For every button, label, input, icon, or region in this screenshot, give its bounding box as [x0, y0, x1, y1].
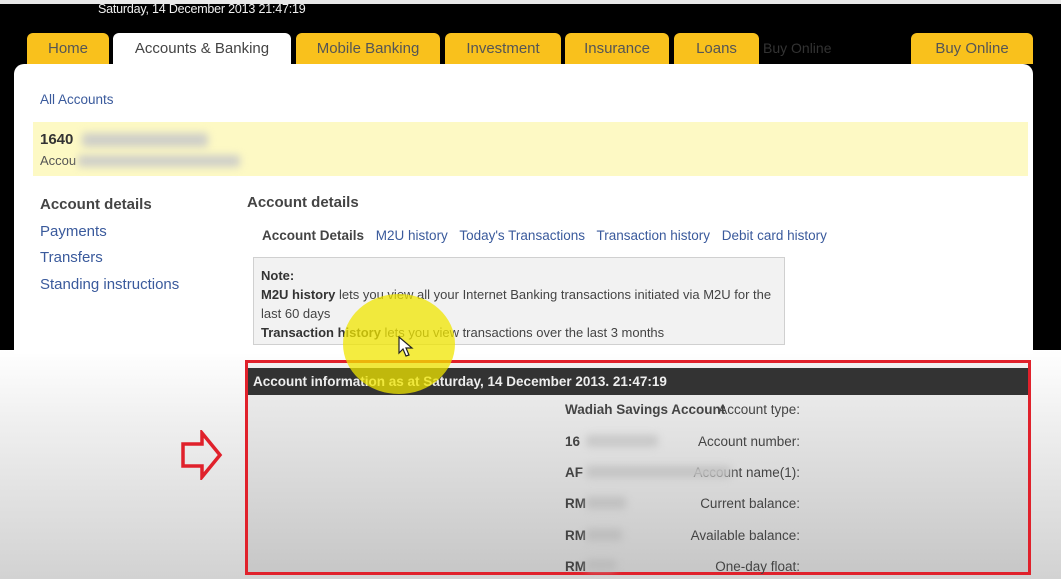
note-box: Note: M2U history lets you view all your…: [253, 257, 785, 345]
tab-buy-online[interactable]: Buy Online: [911, 33, 1033, 64]
info-label: Current balance:: [700, 496, 800, 511]
redacted-account-number-value: [586, 435, 658, 447]
account-number-heading: 1640: [40, 131, 74, 148]
info-label: One-day float:: [715, 559, 800, 574]
all-accounts-link[interactable]: All Accounts: [40, 92, 114, 107]
info-row-account-type: Account type: Wadiah Savings Account: [248, 402, 1028, 424]
redacted-account-subtitle: [78, 155, 240, 167]
info-row-one-day-float: One-day float: RM: [248, 559, 1028, 579]
redacted-one-day-float-value: [586, 560, 616, 570]
ghost-buy-online: Buy Online: [763, 40, 832, 56]
header-datetime: Saturday, 14 December 2013 21:47:19: [98, 2, 306, 16]
info-row-available-balance: Available balance: RM: [248, 528, 1028, 550]
tab-investment[interactable]: Investment: [445, 33, 561, 64]
tab-loans[interactable]: Loans: [674, 33, 759, 64]
account-info-header: Account information as at Saturday, 14 D…: [248, 368, 1028, 395]
info-label: Account type:: [718, 402, 800, 417]
note-transaction-label: Transaction history: [261, 325, 381, 340]
sidebar-nav: Account details Payments Transfers Stand…: [40, 195, 179, 301]
info-value: RM: [565, 559, 586, 574]
account-info-box: Account information as at Saturday, 14 D…: [245, 360, 1031, 575]
sidebar-item-account-details[interactable]: Account details: [40, 195, 179, 222]
tab-insurance[interactable]: Insurance: [565, 33, 669, 64]
info-value: Wadiah Savings Account: [565, 402, 726, 417]
redacted-current-balance-value: [586, 497, 626, 509]
info-label: Account number:: [697, 434, 800, 449]
tab-home[interactable]: Home: [27, 33, 109, 64]
section-title: Account details: [247, 194, 359, 211]
sidebar-item-transfers[interactable]: Transfers: [40, 248, 179, 275]
sidebar-item-payments[interactable]: Payments: [40, 222, 179, 249]
annotation-arrow-icon: [180, 428, 224, 485]
subtab-m2u-history[interactable]: M2U history: [376, 228, 448, 243]
sidebar-item-standing-instructions[interactable]: Standing instructions: [40, 275, 179, 302]
redacted-available-balance-value: [586, 529, 622, 541]
note-m2u-text: lets you view all your Internet Banking …: [261, 287, 772, 321]
tab-accounts-banking[interactable]: Accounts & Banking: [113, 33, 291, 66]
info-value: RM: [565, 496, 586, 511]
account-subtitle: Accou: [40, 153, 77, 168]
account-banner: [33, 122, 1028, 176]
info-row-current-balance: Current balance: RM: [248, 496, 1028, 518]
subtab-transaction-history[interactable]: Transaction history: [596, 228, 710, 243]
redacted-account-number: [82, 133, 208, 147]
mouse-cursor-icon: [398, 335, 414, 363]
note-transaction-text: lets you view transactions over the last…: [380, 325, 665, 340]
info-value: RM: [565, 528, 586, 543]
subtab-bar: Account Details M2U history Today's Tran…: [262, 228, 835, 243]
subtab-account-details[interactable]: Account Details: [262, 228, 364, 243]
info-label: Available balance:: [690, 528, 800, 543]
subtab-todays-transactions[interactable]: Today's Transactions: [459, 228, 585, 243]
info-value: AF: [565, 465, 583, 480]
tab-mobile-banking[interactable]: Mobile Banking: [296, 33, 440, 64]
redacted-account-name-value: [586, 466, 731, 478]
note-heading: Note:: [261, 268, 295, 283]
subtab-debit-card-history[interactable]: Debit card history: [722, 228, 827, 243]
info-value: 16: [565, 434, 581, 449]
note-m2u-label: M2U history: [261, 287, 336, 302]
